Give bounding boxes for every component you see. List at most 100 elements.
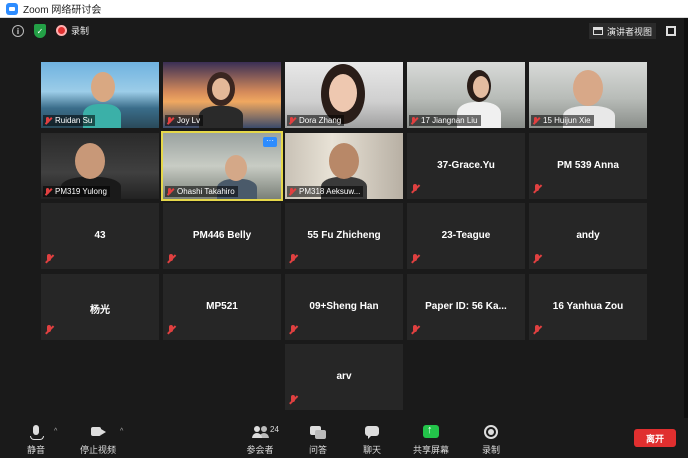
participant-face — [573, 70, 603, 106]
name-tile[interactable]: Paper ID: 56 Ka... — [407, 274, 525, 340]
participant-face — [473, 76, 489, 98]
participants-count: 24 — [270, 425, 279, 434]
muted-mic-icon — [288, 117, 296, 125]
mute-button[interactable]: 静音 — [14, 424, 58, 456]
muted-mic-icon — [44, 188, 52, 196]
participant-name: 09+Sheng Han — [309, 301, 379, 312]
participant-name: PM318 Aeksuw... — [287, 186, 364, 197]
audio-options-caret-icon[interactable]: ^ — [54, 428, 57, 435]
recording-label: 录制 — [71, 26, 90, 36]
participant-face — [225, 155, 247, 181]
video-options-caret-icon[interactable]: ^ — [120, 428, 123, 435]
participant-name: 16 Yanhua Zou — [552, 301, 624, 312]
participant-name: Paper ID: 56 Ka... — [425, 301, 507, 312]
participant-name: 43 — [94, 230, 106, 241]
participant-name: 杨光 — [90, 305, 110, 316]
participant-video — [199, 106, 243, 128]
qa-icon — [310, 424, 326, 440]
participant-name: 23-Teague — [441, 230, 491, 241]
name-tile[interactable]: 55 Fu Zhicheng — [285, 203, 403, 269]
video-tile[interactable]: Dora Zhang — [285, 62, 403, 128]
muted-mic-icon — [44, 325, 54, 335]
participants-icon — [252, 424, 268, 440]
participant-face — [75, 143, 105, 179]
video-tile[interactable]: Joy Lv — [163, 62, 281, 128]
muted-mic-icon — [410, 184, 420, 194]
qa-label: 问答 — [308, 445, 327, 455]
qa-button[interactable]: 问答 — [296, 424, 340, 456]
participant-name: PM 539 Anna — [557, 160, 619, 171]
muted-mic-icon — [288, 188, 296, 196]
info-icon[interactable]: i — [12, 25, 24, 37]
participant-name: PM319 Yulong — [43, 186, 110, 197]
name-tile[interactable]: MP521 — [163, 274, 281, 340]
participant-name: 15 Huijun Xie — [531, 115, 594, 126]
record-button[interactable]: 录制 — [469, 424, 513, 456]
share-screen-button[interactable]: 共享屏幕 — [409, 424, 453, 456]
name-tile[interactable]: PM 539 Anna — [529, 133, 647, 199]
name-tile[interactable]: PM446 Belly — [163, 203, 281, 269]
muted-mic-icon — [410, 117, 418, 125]
speaker-view-label: 演讲者视图 — [606, 26, 652, 37]
meeting-toolbar: 静音 ^ 停止视频 ^ 参会者 24 问答 聊天 共享屏幕 录制 离开 — [0, 418, 688, 458]
muted-mic-icon — [166, 117, 174, 125]
record-label: 录制 — [481, 445, 500, 455]
muted-mic-icon — [532, 325, 542, 335]
chat-button[interactable]: 聊天 — [350, 424, 394, 456]
muted-mic-icon — [288, 395, 298, 405]
muted-mic-icon — [532, 184, 542, 194]
video-tile[interactable]: 17 Jiangnan Liu — [407, 62, 525, 128]
name-tile[interactable]: andy — [529, 203, 647, 269]
video-tile[interactable]: Ruidan Su — [41, 62, 159, 128]
participant-name: andy — [576, 230, 600, 241]
participant-face — [212, 78, 230, 100]
participant-name: Ohashi Takahiro — [165, 186, 238, 197]
zoom-logo-icon — [6, 2, 18, 15]
muted-mic-icon — [166, 325, 176, 335]
muted-mic-icon — [166, 254, 176, 264]
speaker-view-button[interactable]: 演讲者视图 — [588, 23, 656, 39]
recording-dot-icon — [56, 25, 67, 36]
participant-name: PM446 Belly — [192, 230, 252, 241]
muted-mic-icon — [288, 325, 298, 335]
share-screen-label: 共享屏幕 — [412, 445, 449, 455]
name-tile[interactable]: 37-Grace.Yu — [407, 133, 525, 199]
chat-icon — [364, 424, 380, 440]
participant-face — [329, 143, 359, 179]
video-tile[interactable]: PM318 Aeksuw... — [285, 133, 403, 199]
name-tile[interactable]: arv — [285, 344, 403, 410]
name-tile[interactable]: 16 Yanhua Zou — [529, 274, 647, 340]
video-tile[interactable]: 15 Huijun Xie — [529, 62, 647, 128]
muted-mic-icon — [410, 325, 420, 335]
video-tile[interactable]: PM319 Yulong — [41, 133, 159, 199]
stop-video-label: 停止视频 — [79, 445, 116, 455]
share-screen-icon — [423, 424, 439, 440]
participant-name: arv — [336, 371, 352, 382]
muted-mic-icon — [410, 254, 420, 264]
stop-video-button[interactable]: 停止视频 — [76, 424, 120, 456]
name-tile[interactable]: 43 — [41, 203, 159, 269]
participant-name: 55 Fu Zhicheng — [307, 230, 381, 241]
muted-mic-icon — [44, 117, 52, 125]
window-edge — [684, 18, 688, 458]
name-tile[interactable]: 23-Teague — [407, 203, 525, 269]
name-tile[interactable]: 09+Sheng Han — [285, 274, 403, 340]
leave-button[interactable]: 离开 — [634, 429, 676, 447]
muted-mic-icon — [166, 188, 174, 196]
more-options-button[interactable]: ··· — [263, 137, 277, 147]
recording-indicator[interactable]: 录制 — [56, 24, 89, 37]
name-tile[interactable]: 杨光 — [41, 274, 159, 340]
video-tile-active-speaker[interactable]: ··· Ohashi Takahiro — [161, 131, 283, 201]
security-shield-icon[interactable]: ✓ — [34, 24, 46, 38]
muted-mic-icon — [532, 254, 542, 264]
fullscreen-icon[interactable] — [666, 26, 676, 36]
muted-mic-icon — [44, 254, 54, 264]
chat-label: 聊天 — [362, 445, 381, 455]
title-bar: Zoom 网络研讨会 — [0, 0, 688, 18]
window-title: Zoom 网络研讨会 — [23, 5, 102, 16]
participant-face — [329, 74, 357, 112]
record-icon — [483, 424, 499, 440]
video-camera-icon — [90, 424, 106, 440]
participant-name: MP521 — [206, 301, 238, 312]
participant-name: 37-Grace.Yu — [437, 160, 495, 171]
